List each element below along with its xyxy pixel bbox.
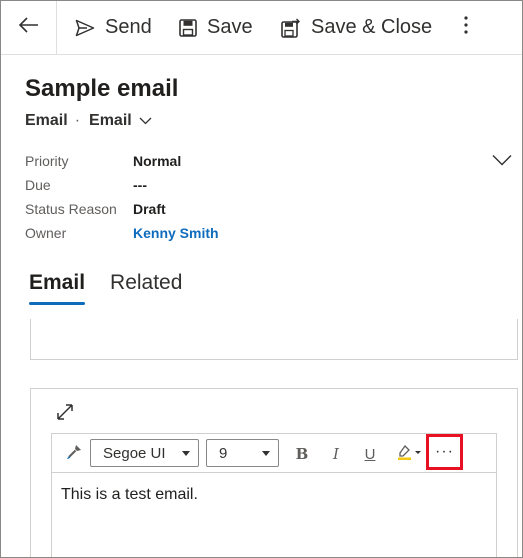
save-and-close-button[interactable]: Save & Close [281,1,432,54]
separator-dot: · [74,112,81,129]
owner-link[interactable]: Kenny Smith [133,225,219,241]
highlighter-icon [396,443,422,466]
send-icon [75,19,95,37]
email-form-window: Send Save Save & Close Sample email Emai… [0,0,523,558]
caret-down-icon [262,451,270,456]
format-painter-button[interactable] [63,441,85,467]
record-subtitle: Email · Email [25,112,152,130]
more-vertical-icon [464,16,468,39]
field-value: --- [133,177,147,193]
font-family-value: Segoe UI [103,444,166,462]
send-label: Send [105,16,152,38]
command-bar: Send Save Save & Close [1,1,522,55]
field-status-reason: Status Reason Draft [25,197,219,221]
field-due: Due --- [25,173,219,197]
field-priority: Priority Normal [25,149,219,173]
save-close-label: Save & Close [311,16,433,38]
expand-diagonal-icon [56,404,74,425]
field-label: Owner [25,225,67,241]
chevron-down-icon [492,153,512,170]
field-value: Normal [133,153,182,169]
save-button[interactable]: Save [179,1,253,54]
field-value: Draft [133,201,166,217]
more-commands-button[interactable] [449,1,483,54]
highlight-color-button[interactable] [394,441,424,467]
editor-body-text[interactable]: This is a test email. [61,486,198,504]
more-horizontal-icon: ··· [435,443,454,460]
form-selector[interactable]: Email [89,112,152,130]
tab-list: Email Related [29,271,207,305]
expand-header-button[interactable] [492,153,512,171]
save-label: Save [207,16,253,38]
caret-down-icon [182,451,190,456]
back-arrow-icon [18,17,39,38]
underline-button[interactable]: U [360,441,380,467]
form-selector-label: Email [89,112,132,129]
save-icon [179,18,197,37]
save-close-icon [281,18,301,38]
font-family-select[interactable]: Segoe UI [90,439,199,467]
field-label: Priority [25,153,69,169]
paintbrush-icon [65,443,83,466]
italic-button[interactable]: I [326,441,346,467]
chevron-down-icon [132,112,152,130]
send-button[interactable]: Send [75,1,152,54]
field-owner: Owner Kenny Smith [25,221,219,245]
bold-button[interactable]: B [292,441,312,467]
tab-related[interactable]: Related [110,271,182,305]
tab-email[interactable]: Email [29,271,86,305]
font-size-value: 9 [219,444,228,462]
entity-name: Email [25,112,68,129]
more-formatting-options-button[interactable]: ··· [426,434,463,470]
expand-editor-button[interactable] [56,403,74,426]
font-size-select[interactable]: 9 [206,439,279,467]
field-label: Status Reason [25,201,117,217]
field-label: Due [25,177,51,193]
form-section-upper [30,319,518,360]
header-fields: Priority Normal Due --- Status Reason Dr… [25,149,219,245]
back-button[interactable] [1,1,57,54]
record-title: Sample email [25,75,179,102]
